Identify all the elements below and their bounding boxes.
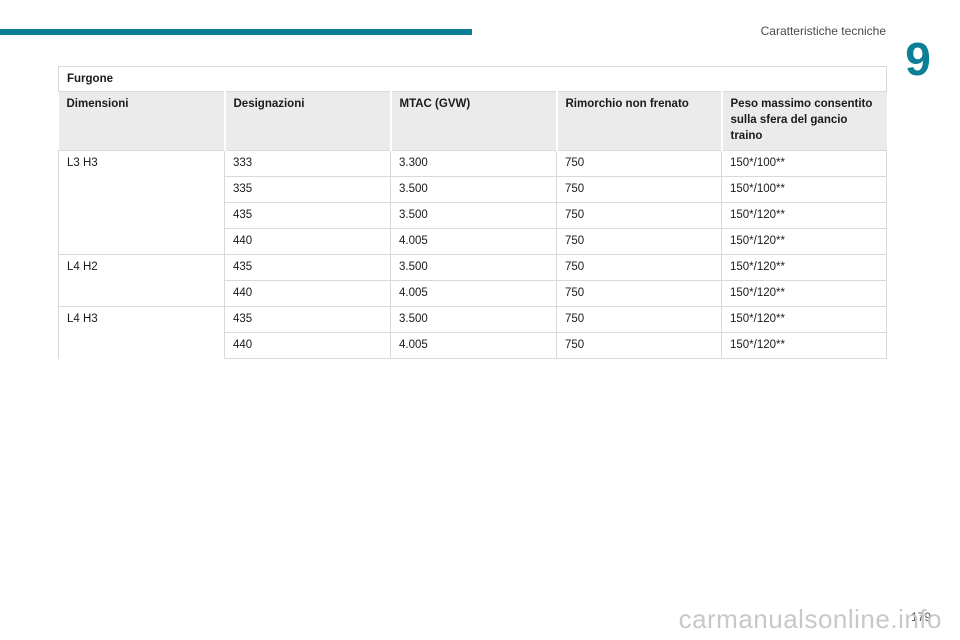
- watermark: carmanualsonline.info: [678, 604, 942, 634]
- designation-cell: 435: [224, 202, 391, 229]
- table-row: L4 H2 435 3.500 750 150*/120**: [58, 254, 888, 307]
- unbraked-trailer-cell: 750: [556, 150, 722, 177]
- towball-weight-cell: 150*/120**: [720, 254, 888, 281]
- table-group-header: Furgone: [57, 66, 888, 92]
- column-header-unbraked-trailer: Rimorchio non frenato: [555, 91, 722, 151]
- unbraked-trailer-cell: 750: [556, 202, 722, 229]
- towball-weight-cell: 150*/120**: [720, 202, 888, 229]
- unbraked-trailer-cell: 750: [556, 332, 722, 359]
- designation-cell: 435: [224, 254, 391, 281]
- gvw-cell: 3.500: [390, 306, 557, 333]
- gvw-cell: 4.005: [390, 228, 557, 255]
- designation-cell: 440: [224, 332, 391, 359]
- gvw-cell: 3.500: [390, 254, 557, 281]
- group-title: Furgone: [57, 66, 888, 92]
- column-header-designations: Designazioni: [223, 91, 391, 151]
- gvw-cell: 3.500: [390, 176, 557, 203]
- designation-cell: 333: [224, 150, 391, 177]
- unbraked-trailer-cell: 750: [556, 280, 722, 307]
- section-title: Caratteristiche tecniche: [760, 24, 886, 38]
- gvw-cell: 3.500: [390, 202, 557, 229]
- unbraked-trailer-cell: 750: [556, 306, 722, 333]
- designation-cell: 440: [224, 280, 391, 307]
- gvw-cell: 3.300: [390, 150, 557, 177]
- dimension-cell: L4 H2: [58, 254, 225, 307]
- unbraked-trailer-cell: 750: [556, 228, 722, 255]
- towball-weight-cell: 150*/100**: [720, 150, 888, 177]
- chapter-number: 9: [905, 33, 931, 85]
- designation-cell: 440: [224, 228, 391, 255]
- unbraked-trailer-cell: 750: [556, 176, 722, 203]
- towball-weight-cell: 150*/120**: [720, 332, 888, 359]
- towball-weight-cell: 150*/120**: [720, 306, 888, 333]
- table-row: L3 H3 333 3.300 750 150*/100**: [58, 150, 888, 255]
- unbraked-trailer-cell: 750: [556, 254, 722, 281]
- designation-cell: 435: [224, 306, 391, 333]
- dimension-cell: L4 H3: [58, 306, 225, 359]
- column-header-max-towball-weight: Peso massimo consentito sulla sfera del …: [720, 91, 887, 151]
- designation-cell: 335: [224, 176, 391, 203]
- gvw-cell: 4.005: [390, 332, 557, 359]
- top-accent-bar: [0, 29, 472, 35]
- dimension-cell: L3 H3: [58, 150, 225, 255]
- table-row: L4 H3 435 3.500 750 150*/120**: [58, 306, 888, 359]
- column-header-gvw: MTAC (GVW): [389, 91, 557, 151]
- towball-weight-cell: 150*/100**: [720, 176, 888, 203]
- column-header-dimensions: Dimensioni: [58, 91, 225, 151]
- towball-weight-cell: 150*/120**: [720, 280, 888, 307]
- gvw-cell: 4.005: [390, 280, 557, 307]
- towball-weight-cell: 150*/120**: [720, 228, 888, 255]
- towing-weights-table: Furgone Dimensioni Designazioni MTAC (GV…: [57, 66, 888, 359]
- column-header-row: Dimensioni Designazioni MTAC (GVW) Rimor…: [58, 91, 887, 151]
